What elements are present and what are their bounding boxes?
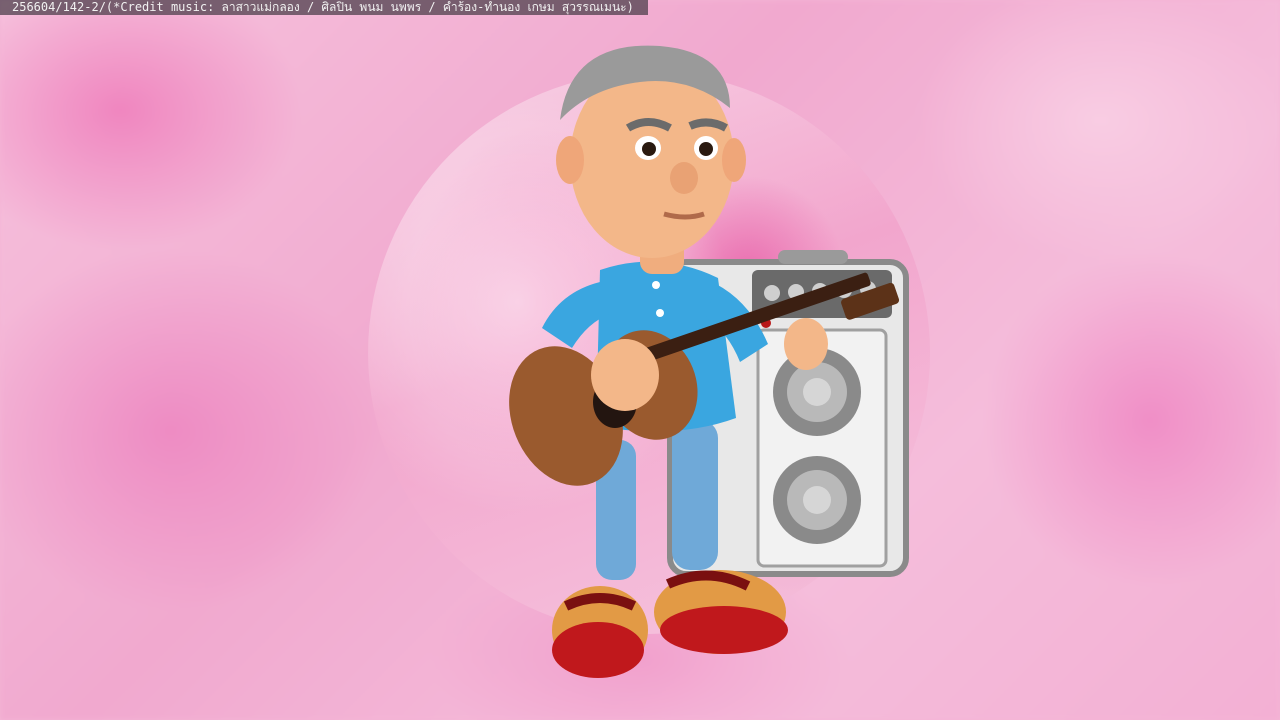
character-head — [556, 45, 746, 258]
cartoon-guitarist-illustration — [509, 45, 909, 678]
character-shoes — [552, 570, 788, 678]
